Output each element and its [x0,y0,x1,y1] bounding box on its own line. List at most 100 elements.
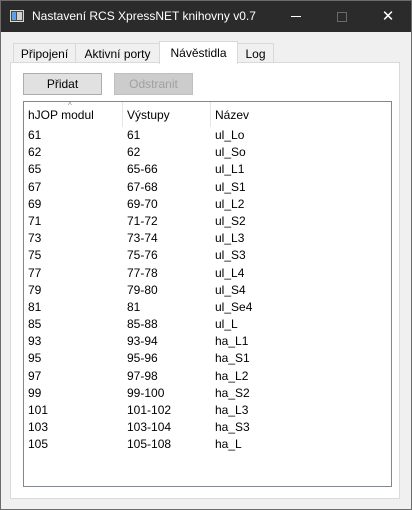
sort-ascending-icon: ^ [68,101,72,110]
list-item[interactable]: 69 69-70 ul_L2 [24,196,391,213]
cell-nazev: ha_L [215,437,242,452]
cell-nazev: ul_So [215,145,246,160]
cell-nazev: ha_S3 [215,420,250,435]
cell-vystupy: 67-68 [127,179,158,194]
cell-hjop-modul: 77 [28,265,42,280]
column-header-label: Výstupy [127,107,170,122]
cell-nazev: ul_S2 [215,213,246,228]
cell-hjop-modul: 103 [28,420,49,435]
cell-vystupy: 71-72 [127,213,158,228]
close-icon: ✕ [381,7,395,25]
list-item[interactable]: 77 77-78 ul_L4 [24,265,391,282]
cell-vystupy: 95-96 [127,351,158,366]
cell-hjop-modul: 79 [28,282,42,297]
tab-log[interactable]: Log [237,43,274,63]
list-item[interactable]: 65 65-66 ul_L1 [24,161,391,178]
minimize-button[interactable] [273,1,319,32]
cell-vystupy: 79-80 [127,282,158,297]
list-item[interactable]: 101 101-102 ha_L3 [24,402,391,419]
list-item[interactable]: 79 79-80 ul_S4 [24,282,391,299]
cell-nazev: ul_Lo [215,128,245,142]
column-header-label: Název [215,107,250,122]
app-icon [10,10,24,22]
cell-hjop-modul: 75 [28,248,42,263]
list-item[interactable]: 61 61 ul_Lo [24,127,391,144]
cell-hjop-modul: 81 [28,299,42,314]
cell-nazev: ul_S3 [215,248,246,263]
tab-pripojeni[interactable]: Připojení [13,43,76,63]
cell-nazev: ha_S1 [215,351,250,366]
cell-hjop-modul: 85 [28,317,42,332]
list-item[interactable]: 103 103-104 ha_S3 [24,419,391,436]
cell-nazev: ul_S1 [215,179,246,194]
list-item[interactable]: 75 75-76 ul_S3 [24,247,391,264]
cell-hjop-modul: 71 [28,213,42,228]
app-window: Nastavení RCS XpressNET knihovny v0.7 ✕ … [0,0,412,510]
cell-nazev: ul_L [215,317,238,332]
list-item[interactable]: 67 67-68 ul_S1 [24,179,391,196]
cell-nazev: ul_Se4 [215,299,253,314]
list-item[interactable]: 95 95-96 ha_S1 [24,350,391,367]
maximize-icon [337,11,347,22]
signals-list[interactable]: ^ hJOP modul Výstupy Název 61 61 ul_Lo 62 62… [23,101,392,487]
column-header-hjop-modul[interactable]: ^ hJOP modul [24,102,123,127]
tab-navestidla[interactable]: Návěstidla [159,41,238,64]
cell-vystupy: 73-74 [127,231,158,246]
cell-vystupy: 77-78 [127,265,158,280]
window-title: Nastavení RCS XpressNET knihovny v0.7 [32,9,256,23]
list-item[interactable]: 71 71-72 ul_S2 [24,213,391,230]
cell-hjop-modul: 95 [28,351,42,366]
tab-aktivni-porty[interactable]: Aktivní porty [75,43,160,63]
cell-vystupy: 101-102 [127,403,172,417]
list-item[interactable]: 105 105-108 ha_L [24,436,391,453]
cell-nazev: ha_L2 [215,368,249,383]
remove-button: Odstranit [114,73,193,95]
list-item[interactable]: 81 81 ul_Se4 [24,299,391,316]
column-header-nazev[interactable]: Název [211,102,331,127]
cell-vystupy: 93-94 [127,334,158,349]
cell-vystupy: 99-100 [127,385,165,400]
cell-nazev: ul_L3 [215,231,245,246]
cell-hjop-modul: 73 [28,231,42,246]
list-item[interactable]: 62 62 ul_So [24,144,391,161]
cell-vystupy: 75-76 [127,248,158,263]
cell-vystupy: 65-66 [127,162,158,177]
cell-nazev: ul_L4 [215,265,245,280]
list-rows: 61 61 ul_Lo 62 62 ul_So 65 65-66 ul_L1 67 67-68 ul_… [24,127,391,454]
cell-vystupy: 69-70 [127,196,158,211]
list-item[interactable]: 73 73-74 ul_L3 [24,230,391,247]
column-header-label: hJOP modul [28,107,94,122]
maximize-button [319,1,365,32]
cell-hjop-modul: 61 [28,128,42,142]
cell-hjop-modul: 62 [28,145,42,160]
cell-vystupy: 61 [127,128,141,142]
cell-hjop-modul: 99 [28,385,42,400]
close-button[interactable]: ✕ [365,1,411,32]
cell-vystupy: 103-104 [127,420,172,435]
cell-hjop-modul: 105 [28,437,49,452]
title-bar[interactable]: Nastavení RCS XpressNET knihovny v0.7 ✕ [1,1,411,32]
add-button[interactable]: Přidat [23,73,102,95]
cell-nazev: ha_S2 [215,385,250,400]
cell-vystupy: 97-98 [127,368,158,383]
cell-hjop-modul: 97 [28,368,42,383]
column-header-vystupy[interactable]: Výstupy [123,102,211,127]
cell-hjop-modul: 93 [28,334,42,349]
cell-nazev: ha_L3 [215,403,249,417]
cell-nazev: ul_L2 [215,196,245,211]
cell-nazev: ul_S4 [215,282,246,297]
cell-vystupy: 81 [127,299,141,314]
cell-vystupy: 105-108 [127,437,172,452]
list-item[interactable]: 99 99-100 ha_S2 [24,385,391,402]
cell-nazev: ul_L1 [215,162,245,177]
cell-hjop-modul: 67 [28,179,42,194]
list-item[interactable]: 93 93-94 ha_L1 [24,333,391,350]
list-item[interactable]: 97 97-98 ha_L2 [24,368,391,385]
list-item[interactable]: 85 85-88 ul_L [24,316,391,333]
cell-hjop-modul: 101 [28,403,49,417]
cell-vystupy: 62 [127,145,141,160]
cell-vystupy: 85-88 [127,317,158,332]
list-header: ^ hJOP modul Výstupy Název [24,102,391,127]
cell-hjop-modul: 65 [28,162,42,177]
minimize-icon [291,16,301,17]
